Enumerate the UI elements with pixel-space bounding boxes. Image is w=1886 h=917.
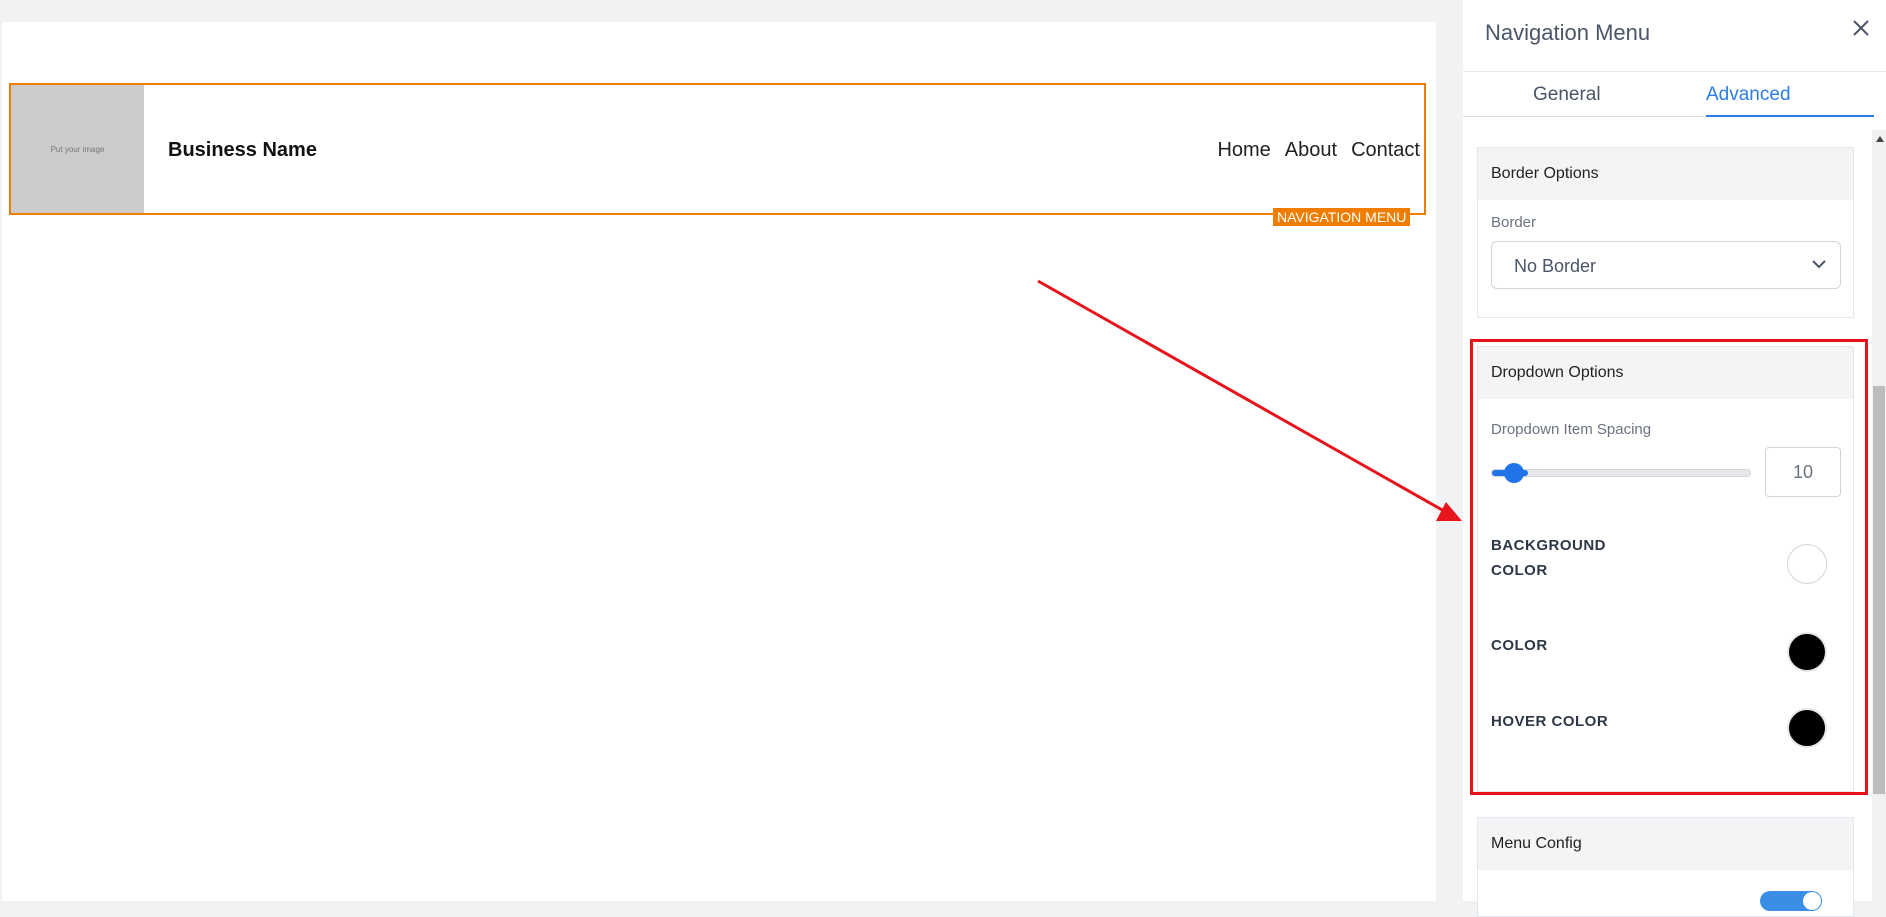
business-name[interactable]: Business Name bbox=[168, 139, 317, 162]
header-divider bbox=[1463, 71, 1886, 72]
nav-link-home[interactable]: Home bbox=[1217, 139, 1270, 162]
tab-general[interactable]: General bbox=[1533, 84, 1601, 106]
navigation-menu-element[interactable]: Put your image Business Name Home About … bbox=[9, 83, 1426, 215]
scrollbar-thumb[interactable] bbox=[1873, 386, 1885, 794]
chevron-down-icon bbox=[1812, 260, 1826, 269]
logo-image-placeholder[interactable]: Put your image bbox=[11, 85, 144, 213]
close-icon[interactable] bbox=[1849, 16, 1873, 40]
border-select-value: No Border bbox=[1514, 256, 1597, 276]
section-title: Border Options bbox=[1478, 148, 1853, 200]
border-options-section: Border Options Border No Border bbox=[1477, 147, 1854, 318]
nav-link-contact[interactable]: Contact bbox=[1351, 139, 1420, 162]
border-label: Border bbox=[1491, 214, 1537, 231]
tab-advanced[interactable]: Advanced bbox=[1706, 84, 1791, 106]
nav-link-about[interactable]: About bbox=[1285, 139, 1337, 162]
scroll-up-arrow-icon[interactable] bbox=[1876, 136, 1884, 142]
section-title: Menu Config bbox=[1478, 818, 1853, 870]
element-type-tag: NAVIGATION MENU bbox=[1273, 208, 1411, 226]
annotation-highlight-box bbox=[1470, 339, 1868, 795]
active-tab-indicator bbox=[1706, 115, 1874, 117]
border-select[interactable]: No Border bbox=[1491, 241, 1841, 289]
nav-links: Home About Contact bbox=[1217, 139, 1420, 162]
logo-placeholder-text: Put your image bbox=[50, 144, 105, 154]
panel-title: Navigation Menu bbox=[1485, 20, 1651, 45]
toggle-knob bbox=[1803, 892, 1821, 910]
